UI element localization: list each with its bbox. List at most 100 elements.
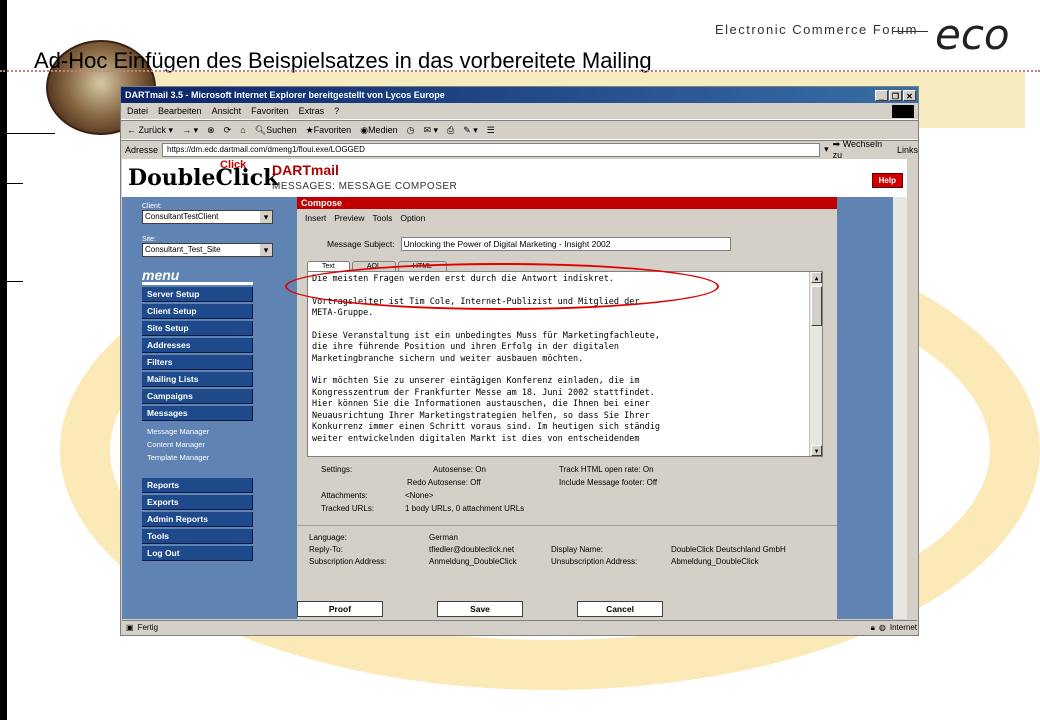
page-scrollbar[interactable] — [893, 197, 907, 619]
scroll-up-icon[interactable]: ▲ — [811, 272, 822, 283]
unsubscription-value: Abmeldung_DoubleClick — [671, 557, 759, 566]
dotted-divider — [0, 70, 1040, 72]
menu-ansicht[interactable]: Ansicht — [212, 106, 242, 116]
back-button[interactable]: ← Zurück ▾ — [127, 125, 173, 136]
sidebar-item-exports[interactable]: Exports — [142, 495, 253, 510]
stop-icon[interactable]: ⊗ — [207, 125, 215, 136]
include-footer-value: Include Message footer: Off — [559, 478, 658, 487]
compose-menu-option[interactable]: Option — [400, 213, 425, 223]
sidebar-item-tools[interactable]: Tools — [142, 529, 253, 544]
go-label: Wechseln zu — [832, 139, 883, 160]
help-button[interactable]: Help — [871, 173, 903, 188]
highlight-oval — [285, 263, 719, 310]
browser-titlebar: DARTmail 3.5 - Microsoft Internet Explor… — [121, 87, 918, 103]
sidebar-item-mailing-lists[interactable]: Mailing Lists — [142, 372, 253, 387]
compose-menu-insert[interactable]: Insert — [305, 213, 326, 223]
sidebar-item-addresses[interactable]: Addresses — [142, 338, 253, 353]
redo-autosense-value: Redo Autosense: Off — [407, 478, 481, 487]
client-select[interactable]: ConsultantTestClient — [142, 210, 273, 224]
mail-icon[interactable]: ✉ ▾ — [423, 125, 438, 136]
zone-text: Internet — [889, 623, 917, 632]
body-paragraph: Diese Veranstaltung ist ein unbedingtes … — [312, 330, 660, 364]
status-bar: ▣ Fertig 🔒︎ ◍ Internet — [122, 620, 917, 634]
compose-header: Compose — [297, 197, 837, 209]
address-label: Adresse — [125, 144, 159, 155]
action-buttons: Proof Save Cancel — [297, 601, 837, 619]
windows-logo-icon — [892, 104, 914, 118]
save-button[interactable]: Save — [437, 601, 523, 617]
slide-tick — [7, 133, 55, 134]
scroll-down-icon[interactable]: ▼ — [811, 445, 822, 456]
sidebar-item-client-setup[interactable]: Client Setup — [142, 304, 253, 319]
browser-menubar: Datei Bearbeiten Ansicht Favoriten Extra… — [121, 103, 918, 120]
body-paragraph: Wir möchten Sie zu unserer eintägigen Ko… — [312, 376, 660, 444]
sidebar-item-campaigns[interactable]: Campaigns — [142, 389, 253, 404]
compose-panel: Compose Insert Preview Tools Option Mess… — [297, 197, 837, 619]
product-name: DARTmail — [272, 162, 339, 178]
search-button[interactable]: 🔍︎Suchen — [255, 125, 297, 136]
client-label: Client: — [142, 203, 162, 210]
edit-icon[interactable]: ✎ ▾ — [463, 125, 478, 136]
sidebar-item-filters[interactable]: Filters — [142, 355, 253, 370]
subject-label: Message Subject: — [327, 239, 395, 249]
browser-window: DARTmail 3.5 - Microsoft Internet Explor… — [120, 86, 919, 636]
page-content: DoubleClick Click DARTmail MESSAGES: MES… — [122, 159, 907, 619]
site-label: Site: — [142, 236, 157, 243]
compose-menu-preview[interactable]: Preview — [334, 213, 364, 223]
address-bar: Adresse https://dm.edc.dartmail.com/dmen… — [121, 139, 918, 160]
app-header: DoubleClick Click DARTmail MESSAGES: MES… — [122, 159, 907, 197]
sidebar-item-message-manager[interactable]: Message Manager — [147, 425, 292, 438]
sidebar-item-content-manager[interactable]: Content Manager — [147, 438, 292, 451]
menu-favoriten[interactable]: Favoriten — [251, 106, 289, 116]
menu-help[interactable]: ? — [334, 106, 339, 116]
forward-icon[interactable]: → ▾ — [182, 125, 198, 136]
history-icon[interactable]: ◷ — [407, 125, 415, 136]
reply-to-label: Reply-To: — [309, 545, 343, 554]
language-label: Language: — [309, 533, 347, 542]
compose-menubar: Insert Preview Tools Option — [297, 209, 837, 227]
lock-icon: 🔒︎ — [870, 622, 875, 632]
divider — [297, 525, 837, 526]
menu-datei[interactable]: Datei — [127, 106, 148, 116]
refresh-icon[interactable]: ⟳ — [224, 125, 232, 136]
address-dropdown-icon[interactable]: ▾ — [824, 144, 829, 155]
eco-logo: eco — [935, 10, 1010, 59]
sidebar-item-log-out[interactable]: Log Out — [142, 546, 253, 561]
sidebar-item-site-setup[interactable]: Site Setup — [142, 321, 253, 336]
close-icon[interactable]: ✕ — [903, 89, 916, 101]
address-input[interactable]: https://dm.edc.dartmail.com/dmeng1/floui… — [162, 142, 821, 157]
language-value: German — [429, 533, 458, 542]
favorites-button[interactable]: ★Favoriten — [306, 125, 352, 136]
go-button[interactable]: ➡ Wechseln zu — [833, 139, 893, 160]
menu-bearbeiten[interactable]: Bearbeiten — [158, 106, 202, 116]
message-meta: Language: German Reply-To: tfiedler@doub… — [297, 532, 837, 568]
scroll-thumb[interactable] — [811, 286, 822, 326]
home-icon[interactable]: ⌂ — [240, 125, 245, 135]
brand-subtitle: Electronic Commerce Forum — [715, 22, 918, 37]
settings-label: Settings: — [321, 465, 353, 474]
track-html-value: Track HTML open rate: On — [559, 465, 654, 474]
sidebar-item-reports[interactable]: Reports — [142, 478, 253, 493]
print-icon[interactable]: ⎙ — [447, 125, 454, 136]
media-button[interactable]: ◉Medien — [360, 125, 397, 136]
editor-scrollbar[interactable]: ▲ ▼ — [809, 272, 822, 456]
tracked-urls-value: 1 body URLs, 0 attachment URLs — [405, 504, 525, 513]
menu-extras[interactable]: Extras — [299, 106, 325, 116]
site-select[interactable]: Consultant_Test_Site — [142, 243, 273, 257]
minimize-icon[interactable]: _ — [875, 89, 888, 101]
subject-input[interactable]: Unlocking the Power of Digital Marketing… — [400, 237, 731, 251]
compose-menu-tools[interactable]: Tools — [373, 213, 393, 223]
page-icon: ▣ — [126, 623, 134, 632]
sidebar-item-server-setup[interactable]: Server Setup — [142, 287, 253, 302]
slide-tick — [7, 281, 23, 282]
sidebar-item-messages[interactable]: Messages — [142, 406, 253, 421]
links-button[interactable]: Links — [897, 145, 918, 155]
sidebar-item-admin-reports[interactable]: Admin Reports — [142, 512, 253, 527]
restore-icon[interactable]: ❐ — [889, 89, 902, 101]
tracked-urls-label: Tracked URLs: — [321, 504, 375, 513]
proof-button[interactable]: Proof — [297, 601, 383, 617]
cancel-button[interactable]: Cancel — [577, 601, 663, 617]
sidebar-item-template-manager[interactable]: Template Manager — [147, 451, 292, 464]
attachments-label: Attachments: — [321, 491, 368, 500]
discuss-icon[interactable]: ☰ — [487, 125, 495, 136]
